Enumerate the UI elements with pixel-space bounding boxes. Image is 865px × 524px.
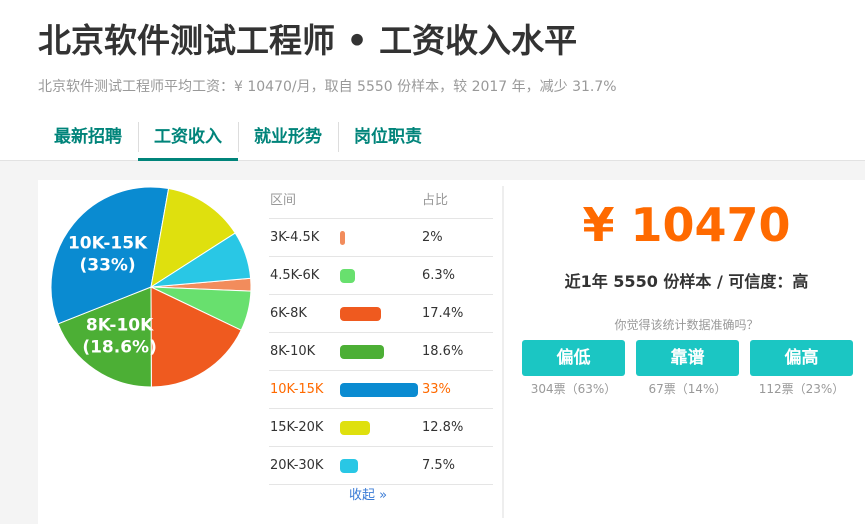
share-label: 7.5%: [422, 458, 456, 473]
range-label: 3K-4.5K: [270, 230, 320, 245]
tab-employment[interactable]: 就业形势: [238, 118, 338, 158]
share-bar: [340, 307, 382, 321]
table-row: 3K-4.5K 2%: [269, 219, 493, 257]
pie-slice-label: 8K-10K: [86, 315, 154, 335]
vote-group: 偏低 304票（63%） 靠谱 67票（14%） 偏高 112票（23%）: [522, 340, 853, 397]
accuracy-question: 你觉得该统计数据准确吗？: [614, 318, 759, 332]
share-label: 6.3%: [422, 268, 456, 283]
vote-reliable-button[interactable]: 靠谱: [636, 340, 739, 376]
page-subtitle: 北京软件测试工程师平均工资：¥ 10470/月，取自 5550 份样本，较 20…: [38, 79, 617, 95]
pie-slice-percent: (18.6%): [82, 337, 157, 357]
table-row: 4.5K-6K 6.3%: [269, 257, 493, 295]
tab-duties[interactable]: 岗位职责: [338, 118, 438, 158]
table-body: 3K-4.5K 2% 4.5K-6K 6.3% 6K-8K 17.4% 8K-10K 18.6…: [269, 219, 493, 485]
range-label: 8K-10K: [270, 344, 316, 359]
tab-latest-jobs[interactable]: 最新招聘: [38, 118, 138, 158]
share-bar: [340, 421, 371, 435]
share-bar: [340, 231, 345, 245]
pie-slice-percent: (33%): [79, 256, 135, 276]
vote-high-button[interactable]: 偏高: [750, 340, 853, 376]
share-bar: [340, 269, 355, 283]
page-header: 北京软件测试工程师 • 工资收入水平 北京软件测试工程师平均工资：¥ 10470…: [0, 0, 865, 161]
tab-bar: 最新招聘 工资收入 就业形势 岗位职责: [38, 118, 438, 161]
vote-low-button[interactable]: 偏低: [522, 340, 625, 376]
range-label: 10K-15K: [270, 382, 324, 397]
range-label: 6K-8K: [270, 306, 307, 321]
share-bar: [340, 383, 418, 397]
table-header: 区间 占比: [269, 190, 493, 219]
table-row: 20K-30K 7.5%: [269, 447, 493, 485]
vote-high-count: 112票（23%）: [758, 382, 845, 396]
vote-low: 偏低 304票（63%）: [522, 340, 625, 397]
share-bar: [340, 459, 358, 473]
table-row: 8K-10K 18.6%: [269, 333, 493, 371]
salary-pie-chart: 10K-15K(33%) 8K-10K(18.6%): [50, 186, 252, 388]
table-row: 6K-8K 17.4%: [269, 295, 493, 333]
collapse-link[interactable]: 收起 »: [349, 484, 387, 503]
vote-low-count: 304票（63%）: [530, 382, 617, 396]
range-label: 15K-20K: [270, 420, 324, 435]
share-label: 2%: [422, 230, 443, 245]
share-label: 18.6%: [422, 344, 464, 359]
range-label: 4.5K-6K: [270, 268, 320, 283]
vote-reliable-count: 67票（14%）: [648, 382, 727, 396]
share-label: 12.8%: [422, 420, 464, 435]
share-label: 17.4%: [422, 306, 464, 321]
share-column-header: 占比: [422, 193, 449, 208]
tab-salary[interactable]: 工资收入: [138, 118, 238, 161]
table-row: 10K-15K 33%: [269, 371, 493, 409]
average-salary: ¥ 10470: [582, 198, 791, 252]
range-label: 20K-30K: [270, 458, 324, 473]
range-column-header: 区间: [270, 193, 297, 208]
share-label: 33%: [422, 382, 451, 397]
table-row: 15K-20K 12.8%: [269, 409, 493, 447]
page-title: 北京软件测试工程师 • 工资收入水平: [38, 21, 578, 60]
salary-card: 10K-15K (33%) 8K-10K (18.6%) 区间 占比 3K-4.5K 2…: [38, 180, 865, 524]
sample-info: 近1年 5550 份样本 / 可信度：高: [564, 272, 809, 291]
distribution-table: 区间 占比 3K-4.5K 2% 4.5K-6K 6.3% 6K-8K 17.4% 8K-1…: [269, 190, 493, 503]
share-bar: [340, 345, 384, 359]
vote-high: 偏高 112票（23%）: [750, 340, 853, 397]
divider: [502, 186, 504, 518]
vote-reliable: 靠谱 67票（14%）: [636, 340, 739, 397]
pie-slice-label: 10K-15K: [68, 234, 148, 254]
